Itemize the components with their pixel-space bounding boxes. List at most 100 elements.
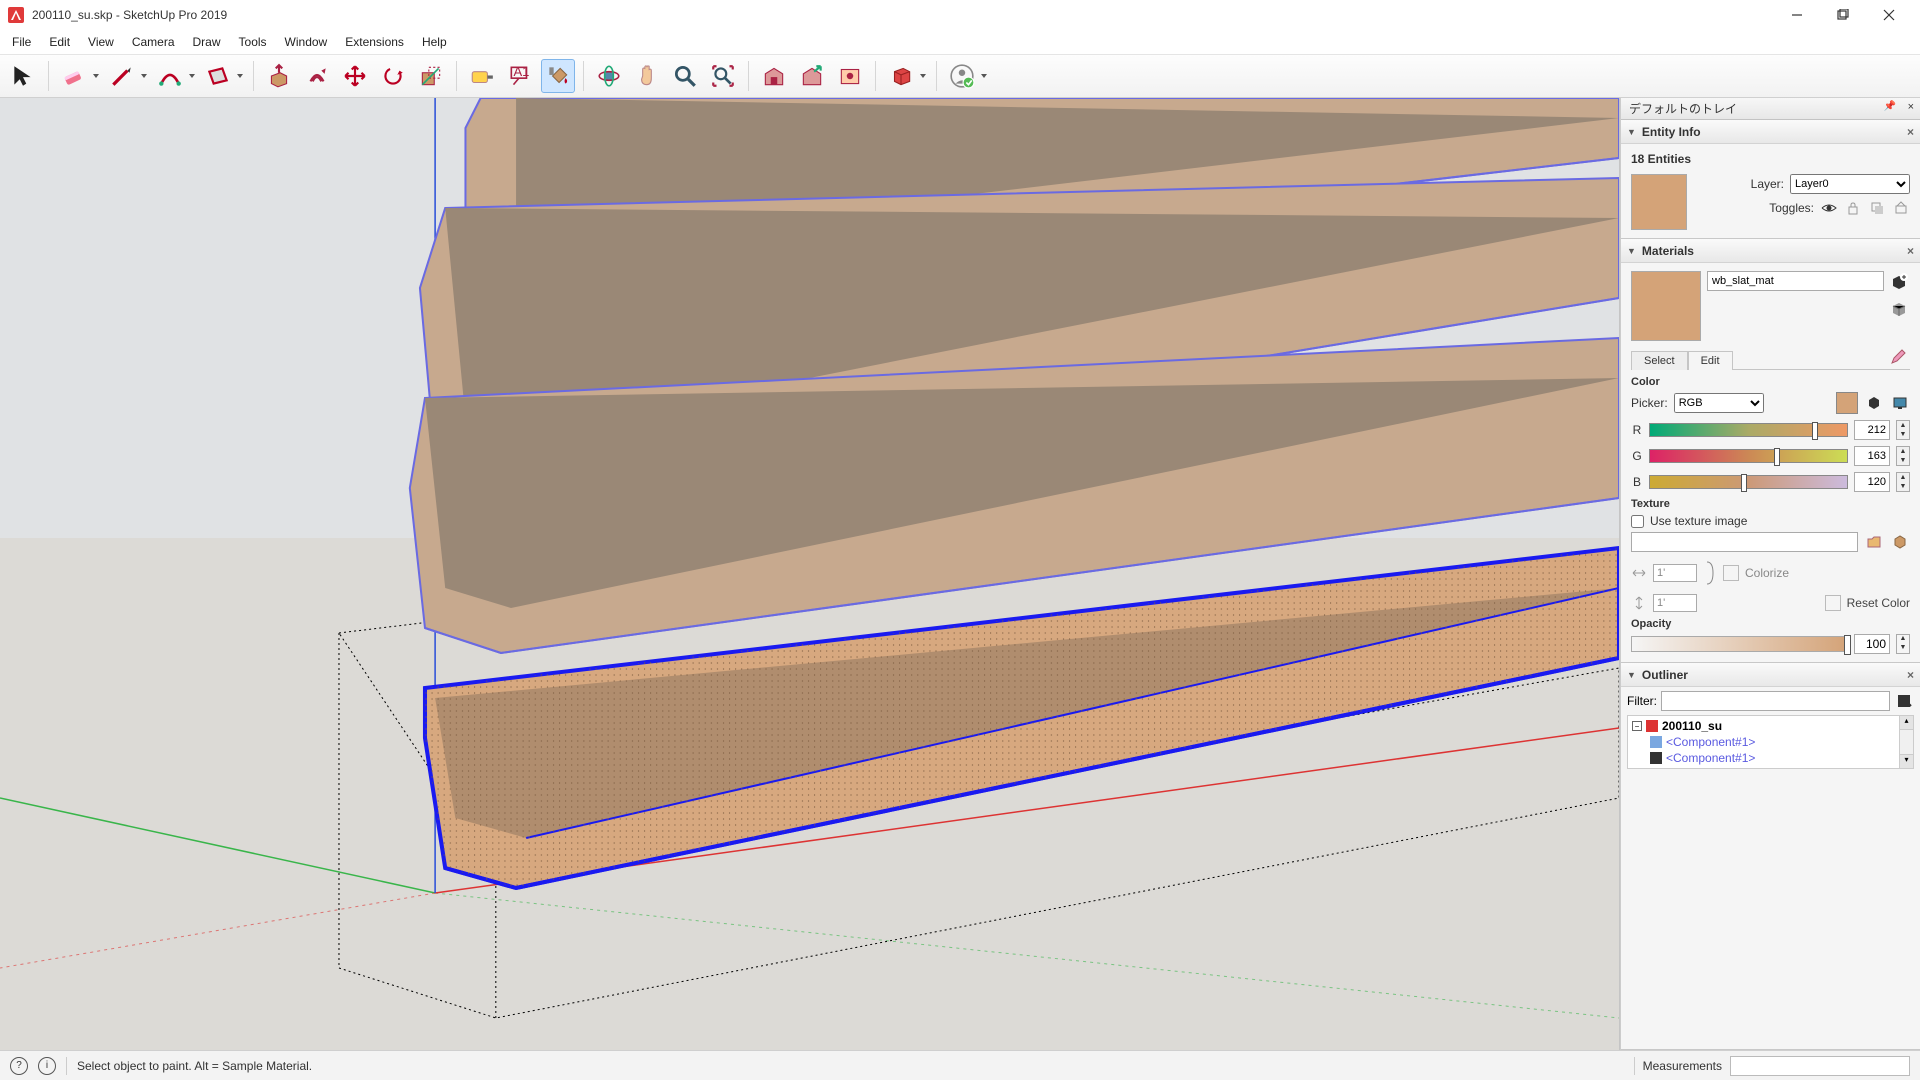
hidden-toggle-icon[interactable] xyxy=(1820,200,1838,216)
picker-select[interactable]: RGB xyxy=(1674,393,1764,413)
tray-title-label: デフォルトのトレイ xyxy=(1629,100,1737,117)
zoom-extents-tool-icon[interactable] xyxy=(706,59,740,93)
filter-input[interactable] xyxy=(1661,691,1890,711)
menu-help[interactable]: Help xyxy=(414,32,455,52)
link-icon[interactable] xyxy=(1703,558,1717,588)
match-screen-icon[interactable] xyxy=(1890,393,1910,413)
eraser-tool-icon[interactable] xyxy=(57,59,101,93)
panel-close-icon[interactable]: × xyxy=(1907,668,1914,682)
outliner-tree[interactable]: − 200110_su <Component#1> <Component#1> … xyxy=(1627,715,1914,769)
help-icon[interactable]: ? xyxy=(10,1057,28,1075)
color-preview[interactable] xyxy=(1836,392,1858,414)
panel-close-icon[interactable]: × xyxy=(1907,125,1914,139)
close-button[interactable] xyxy=(1866,0,1912,30)
tree-scrollbar[interactable]: ▴▾ xyxy=(1899,716,1913,768)
status-bar: ? i Select object to paint. Alt = Sample… xyxy=(0,1050,1920,1080)
warehouse-share-icon[interactable] xyxy=(795,59,829,93)
edit-texture-icon[interactable] xyxy=(1890,532,1910,552)
tape-tool-icon[interactable] xyxy=(465,59,499,93)
width-arrow-icon xyxy=(1631,565,1647,581)
shadow-toggle-icon[interactable] xyxy=(1868,200,1886,216)
measurements-label: Measurements xyxy=(1643,1059,1722,1073)
menu-extensions[interactable]: Extensions xyxy=(337,32,412,52)
line-tool-icon[interactable] xyxy=(105,59,149,93)
extension-warehouse-icon[interactable] xyxy=(833,59,867,93)
solid-tools-icon[interactable] xyxy=(884,59,928,93)
outliner-header[interactable]: ▼ Outliner × xyxy=(1621,663,1920,687)
offset-tool-icon[interactable] xyxy=(300,59,334,93)
tray-title[interactable]: デフォルトのトレイ 📌 × xyxy=(1621,98,1920,120)
b-input[interactable] xyxy=(1854,472,1890,492)
texture-path-input[interactable] xyxy=(1631,532,1858,552)
filter-details-icon[interactable] xyxy=(1894,691,1914,711)
opacity-spinner[interactable]: ▲▼ xyxy=(1896,634,1910,654)
r-input[interactable] xyxy=(1854,420,1890,440)
measurements-input[interactable] xyxy=(1730,1056,1910,1076)
g-slider[interactable] xyxy=(1649,449,1848,463)
text-tool-icon[interactable]: A1 xyxy=(503,59,537,93)
entity-material-swatch[interactable] xyxy=(1631,174,1687,230)
menu-window[interactable]: Window xyxy=(277,32,336,52)
tray-close-icon[interactable]: × xyxy=(1908,101,1914,113)
select-tool-icon[interactable] xyxy=(6,59,40,93)
minimize-button[interactable] xyxy=(1774,0,1820,30)
menu-view[interactable]: View xyxy=(80,32,122,52)
b-slider[interactable] xyxy=(1649,475,1848,489)
expand-icon[interactable]: − xyxy=(1632,721,1642,731)
colorize-swatch[interactable] xyxy=(1723,565,1739,581)
material-preview-swatch[interactable] xyxy=(1631,271,1701,341)
rectangle-tool-icon[interactable] xyxy=(201,59,245,93)
filter-label: Filter: xyxy=(1627,694,1657,708)
menu-edit[interactable]: Edit xyxy=(41,32,78,52)
b-spinner[interactable]: ▲▼ xyxy=(1896,472,1910,492)
user-icon[interactable] xyxy=(945,59,989,93)
tab-edit[interactable]: Edit xyxy=(1688,351,1733,370)
pin-icon[interactable]: 📌 xyxy=(1884,101,1896,112)
reset-color-label[interactable]: Reset Color xyxy=(1847,596,1910,610)
materials-header[interactable]: ▼ Materials × xyxy=(1621,239,1920,263)
material-name-input[interactable] xyxy=(1707,271,1884,291)
window-title: 200110_su.skp - SketchUp Pro 2019 xyxy=(32,8,227,22)
maximize-button[interactable] xyxy=(1820,0,1866,30)
move-tool-icon[interactable] xyxy=(338,59,372,93)
match-color-icon[interactable] xyxy=(1864,393,1884,413)
tree-component[interactable]: <Component#1> xyxy=(1648,750,1911,766)
info-icon[interactable]: i xyxy=(38,1057,56,1075)
pushpull-tool-icon[interactable] xyxy=(262,59,296,93)
create-material-icon[interactable] xyxy=(1890,273,1908,294)
tree-component[interactable]: <Component#1> xyxy=(1648,734,1911,750)
menu-tools[interactable]: Tools xyxy=(231,32,275,52)
orbit-tool-icon[interactable] xyxy=(592,59,626,93)
browse-texture-icon[interactable] xyxy=(1864,532,1884,552)
shadow-receive-icon[interactable] xyxy=(1892,200,1910,216)
opacity-input[interactable] xyxy=(1854,634,1890,654)
tab-select[interactable]: Select xyxy=(1631,351,1688,370)
menu-file[interactable]: File xyxy=(4,32,39,52)
default-material-icon[interactable] xyxy=(1890,300,1908,321)
reset-swatch[interactable] xyxy=(1825,595,1841,611)
panel-close-icon[interactable]: × xyxy=(1907,244,1914,258)
pan-tool-icon[interactable] xyxy=(630,59,664,93)
rotate-tool-icon[interactable] xyxy=(376,59,410,93)
g-spinner[interactable]: ▲▼ xyxy=(1896,446,1910,466)
edit-pencil-icon[interactable] xyxy=(1890,349,1910,369)
layer-select[interactable]: Layer0 xyxy=(1790,174,1910,194)
texture-width-input[interactable] xyxy=(1653,564,1697,582)
tree-root[interactable]: − 200110_su xyxy=(1630,718,1911,734)
menu-camera[interactable]: Camera xyxy=(124,32,183,52)
entity-info-header[interactable]: ▼ Entity Info × xyxy=(1621,120,1920,144)
r-spinner[interactable]: ▲▼ xyxy=(1896,420,1910,440)
opacity-slider[interactable] xyxy=(1631,636,1848,652)
r-slider[interactable] xyxy=(1649,423,1848,437)
menu-draw[interactable]: Draw xyxy=(185,32,229,52)
viewport[interactable] xyxy=(0,98,1620,1050)
paint-bucket-tool-icon[interactable] xyxy=(541,59,575,93)
g-input[interactable] xyxy=(1854,446,1890,466)
warehouse-icon[interactable] xyxy=(757,59,791,93)
texture-height-input[interactable] xyxy=(1653,594,1697,612)
zoom-tool-icon[interactable] xyxy=(668,59,702,93)
use-texture-checkbox[interactable] xyxy=(1631,515,1644,528)
scale-tool-icon[interactable] xyxy=(414,59,448,93)
arc-tool-icon[interactable] xyxy=(153,59,197,93)
lock-toggle-icon[interactable] xyxy=(1844,200,1862,216)
